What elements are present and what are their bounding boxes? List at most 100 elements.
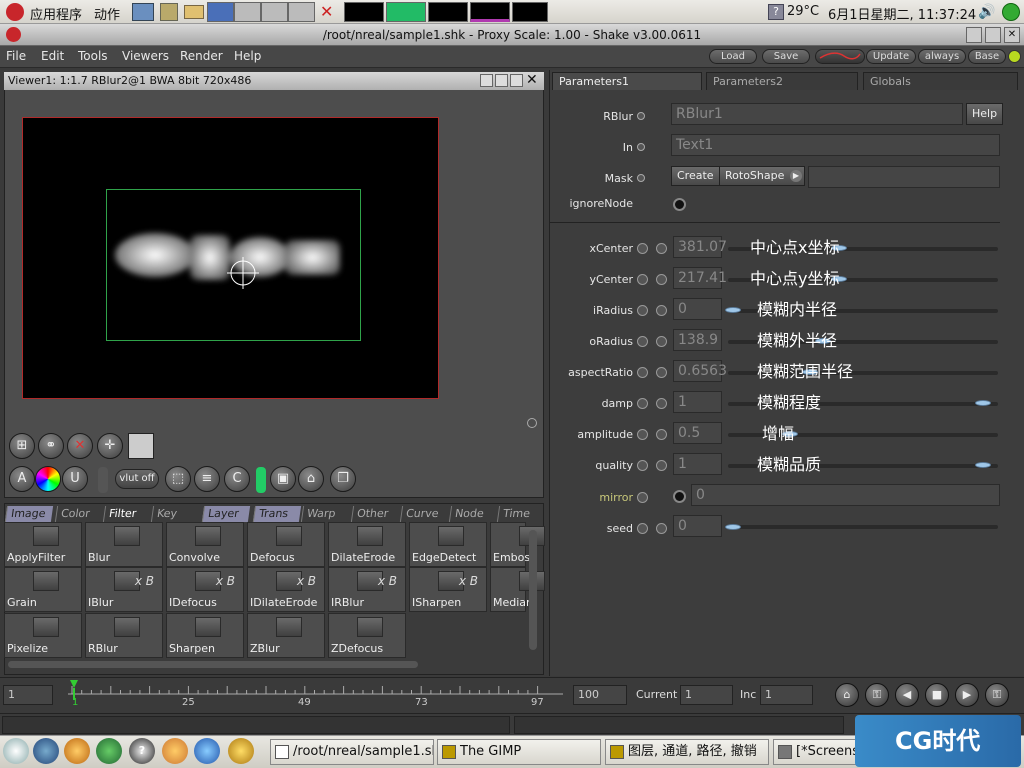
workspace-3[interactable]	[261, 2, 288, 22]
menu-viewers[interactable]: Viewers	[122, 49, 169, 63]
param-field-ycenter[interactable]: 217.41	[673, 267, 727, 289]
update-icon[interactable]	[1002, 3, 1020, 21]
clock[interactable]: 6月1日星期二, 11:37:24	[828, 4, 976, 23]
palette-tab-layer[interactable]: Layer	[201, 506, 251, 522]
task-layers[interactable]: 图层, 通道, 路径, 撤销	[605, 739, 769, 765]
crop-icon[interactable]: C	[224, 466, 250, 492]
palette-tab-time[interactable]: Time	[496, 506, 546, 522]
stop-icon[interactable]: ■	[925, 683, 949, 707]
ignore-node-toggle[interactable]	[673, 198, 686, 211]
play-backward-icon[interactable]: ◀	[895, 683, 919, 707]
tool-rblur[interactable]: RBlur	[85, 613, 163, 658]
palette-tab-trans[interactable]: Trans	[252, 506, 302, 522]
shield-icon[interactable]	[96, 738, 122, 764]
mask-field[interactable]	[808, 166, 1000, 188]
play-forward-icon[interactable]: ▶	[955, 683, 979, 707]
redhat-icon[interactable]	[6, 3, 24, 21]
tool-defocus[interactable]: Defocus	[247, 522, 325, 567]
rotoshape-button[interactable]: RotoShape ▶	[719, 166, 805, 186]
viewer-lock-icon[interactable]	[480, 74, 493, 87]
seed-link-icon[interactable]	[656, 523, 667, 534]
seed-slider[interactable]	[728, 525, 998, 529]
field-icon[interactable]: ≡	[194, 466, 220, 492]
tool-zdefocus[interactable]: ZDefocus	[328, 613, 406, 658]
iradius-link-icon[interactable]	[656, 305, 667, 316]
browser-icon[interactable]	[33, 738, 59, 764]
volume-icon[interactable]: 🔊	[978, 4, 995, 20]
actions-menu[interactable]: 动作	[94, 4, 120, 23]
load-button[interactable]: Load	[709, 49, 757, 64]
window-menu-icon[interactable]	[6, 27, 21, 42]
color-channel-icon[interactable]	[35, 466, 61, 492]
vlut-toggle-icon[interactable]	[98, 467, 108, 493]
tool-convolve[interactable]: Convolve	[166, 522, 244, 567]
menu-tools[interactable]: Tools	[78, 49, 108, 63]
palette-tab-warp[interactable]: Warp	[300, 506, 350, 522]
flipbook-icon[interactable]: ❐	[330, 466, 356, 492]
home-icon[interactable]: ⌂	[835, 683, 859, 707]
tool-idefocus[interactable]: x B IDefocus	[166, 567, 244, 612]
proxy-toggle-icon[interactable]	[256, 467, 266, 493]
viewer-grid-icon[interactable]	[510, 74, 523, 87]
aspectratio-link-icon[interactable]	[656, 367, 667, 378]
palette-tab-image[interactable]: Image	[4, 506, 54, 522]
tool-pixelize[interactable]: Pixelize	[4, 613, 82, 658]
close-window-icon[interactable]: ✕	[1004, 27, 1020, 43]
show-desktop-icon[interactable]	[3, 738, 29, 764]
viewer-split-icon[interactable]	[495, 74, 508, 87]
applications-menu[interactable]: 应用程序	[30, 4, 82, 23]
home-view-icon[interactable]: ⌂	[298, 466, 324, 492]
task-screenshot[interactable]: [*Screenshot-	[773, 739, 858, 765]
update-mode-icon[interactable]: U	[62, 466, 88, 492]
fit-icon[interactable]: ▣	[270, 466, 296, 492]
palette-scrollbar[interactable]	[529, 530, 537, 650]
ycenter-link-icon[interactable]	[656, 274, 667, 285]
xcenter-anim-icon[interactable]	[637, 243, 648, 254]
param-field-amplitude[interactable]: 0.5	[673, 422, 722, 444]
palette-tab-color[interactable]: Color	[54, 506, 104, 522]
help-button[interactable]: Help	[966, 103, 1004, 125]
tab-globals[interactable]: Globals	[863, 72, 1018, 90]
tool-idilateerode[interactable]: x B IDilateErode	[247, 567, 325, 612]
tool-applyfilter[interactable]: ApplyFilter	[4, 522, 82, 567]
xcenter-link-icon[interactable]	[656, 243, 667, 254]
damp-anim-icon[interactable]	[637, 398, 648, 409]
tool-sharpen[interactable]: Sharpen	[166, 613, 244, 658]
param-knob-damp[interactable]	[975, 400, 991, 406]
create-button[interactable]: Create	[671, 166, 720, 186]
menu-file[interactable]: File	[6, 49, 26, 63]
media-icon[interactable]	[162, 738, 188, 764]
minimize-icon[interactable]	[966, 27, 982, 43]
viewer-resize-icon[interactable]	[527, 418, 537, 428]
viewer-bg-swatch[interactable]	[128, 433, 154, 459]
aspectratio-anim-icon[interactable]	[637, 367, 648, 378]
tool-isharpen[interactable]: x B ISharpen	[409, 567, 487, 612]
tab-parameters2[interactable]: Parameters2	[706, 72, 858, 90]
menu-edit[interactable]: Edit	[41, 49, 64, 63]
seed-anim-icon[interactable]	[637, 523, 648, 534]
viewer-compare-icon[interactable]: ⚭	[38, 433, 64, 459]
launcher-icon[interactable]	[132, 3, 154, 21]
quality-link-icon[interactable]	[656, 460, 667, 471]
param-field-aspectratio[interactable]: 0.6563	[673, 360, 727, 382]
palette-tab-other[interactable]: Other	[350, 506, 400, 522]
menu-help[interactable]: Help	[234, 49, 261, 63]
always-button[interactable]: always	[918, 49, 966, 64]
current-frame-field[interactable]: 1	[680, 685, 733, 705]
param-knob-quality[interactable]	[975, 462, 991, 468]
save-button[interactable]: Save	[762, 49, 810, 64]
tool-zblur[interactable]: ZBlur	[247, 613, 325, 658]
viewer-grid-button-icon[interactable]: ⊞	[9, 433, 35, 459]
task-shake[interactable]: /root/nreal/sample1.shk	[270, 739, 434, 765]
iradius-anim-icon[interactable]	[637, 305, 648, 316]
ycenter-anim-icon[interactable]	[637, 274, 648, 285]
param-field-xcenter[interactable]: 381.07	[673, 236, 727, 258]
mirror-toggle[interactable]	[673, 490, 686, 503]
palette-tab-curve[interactable]: Curve	[399, 506, 449, 522]
keyframe-icon[interactable]: ⚿	[865, 683, 889, 707]
tool-dilateerode[interactable]: DilateErode	[328, 522, 406, 567]
amplitude-anim-icon[interactable]	[637, 429, 648, 440]
viewer-disable-icon[interactable]: ✕	[67, 433, 93, 459]
tool-grain[interactable]: Grain	[4, 567, 82, 612]
update-button[interactable]: Update	[866, 49, 916, 64]
